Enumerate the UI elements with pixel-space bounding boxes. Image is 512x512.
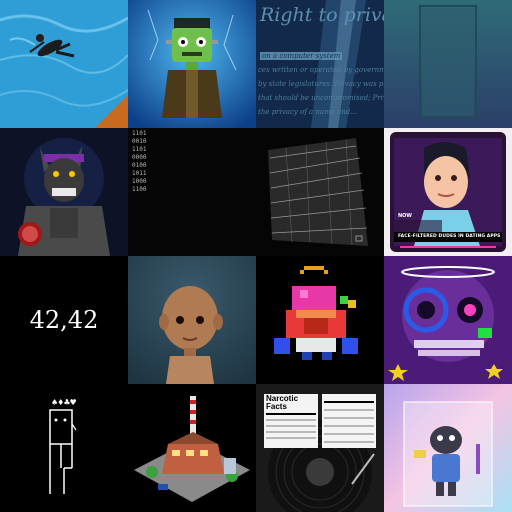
binary-line: 1100 [132, 186, 147, 193]
binary-line: 1011 [132, 170, 147, 177]
skull-art [384, 256, 512, 384]
binary-line: 0000 [132, 154, 147, 161]
tile-pixel-angel[interactable] [256, 256, 384, 384]
phone-frame [384, 128, 512, 256]
vinyl-art [256, 384, 384, 512]
binary-line: 1101 [132, 130, 147, 137]
factory-art [128, 384, 256, 512]
stick-art [0, 384, 128, 512]
tile-frankenstein[interactable] [128, 0, 256, 128]
binary-line: 0010 [132, 138, 147, 145]
tile-vinyl[interactable]: Narcotic Facts [256, 384, 384, 512]
frame-art [384, 0, 512, 128]
pixel-art [256, 256, 384, 384]
tile-doll[interactable] [128, 256, 256, 384]
mesh-art [256, 128, 384, 256]
privacy-background [256, 0, 384, 128]
nft-gallery-grid: Right to privac on a computer system ces… [0, 0, 512, 512]
swimmer-art [0, 0, 128, 128]
binary-column: 1101 0010 1101 0000 0100 1011 1000 1100 [132, 130, 146, 194]
toy-art [384, 384, 512, 512]
tile-dating-app[interactable]: NOW FACE-FILTERED DUDES IN DATING APPS [384, 128, 512, 256]
tile-stick-figure[interactable]: ♠♦♣♥ [0, 384, 128, 512]
tile-number[interactable]: 42,42 [0, 256, 128, 384]
tile-teal-frame[interactable] [384, 0, 512, 128]
tile-mesh[interactable] [256, 128, 384, 256]
tile-binary[interactable]: 1101 0010 1101 0000 0100 1011 1000 1100 [128, 128, 256, 256]
wolf-art [0, 128, 128, 256]
tile-swimmer[interactable] [0, 0, 128, 128]
monster-art [128, 0, 256, 128]
tile-neon-skull[interactable] [384, 256, 512, 384]
tile-right-to-privacy[interactable]: Right to privac on a computer system ces… [256, 0, 384, 128]
tile-toy-figure[interactable] [384, 384, 512, 512]
doll-art [128, 256, 256, 384]
binary-line: 0100 [132, 162, 147, 169]
tile-werewolf[interactable] [0, 128, 128, 256]
binary-line: 1101 [132, 146, 147, 153]
binary-line: 1000 [132, 178, 147, 185]
number-text: 42,42 [29, 306, 99, 334]
tile-factory[interactable] [128, 384, 256, 512]
